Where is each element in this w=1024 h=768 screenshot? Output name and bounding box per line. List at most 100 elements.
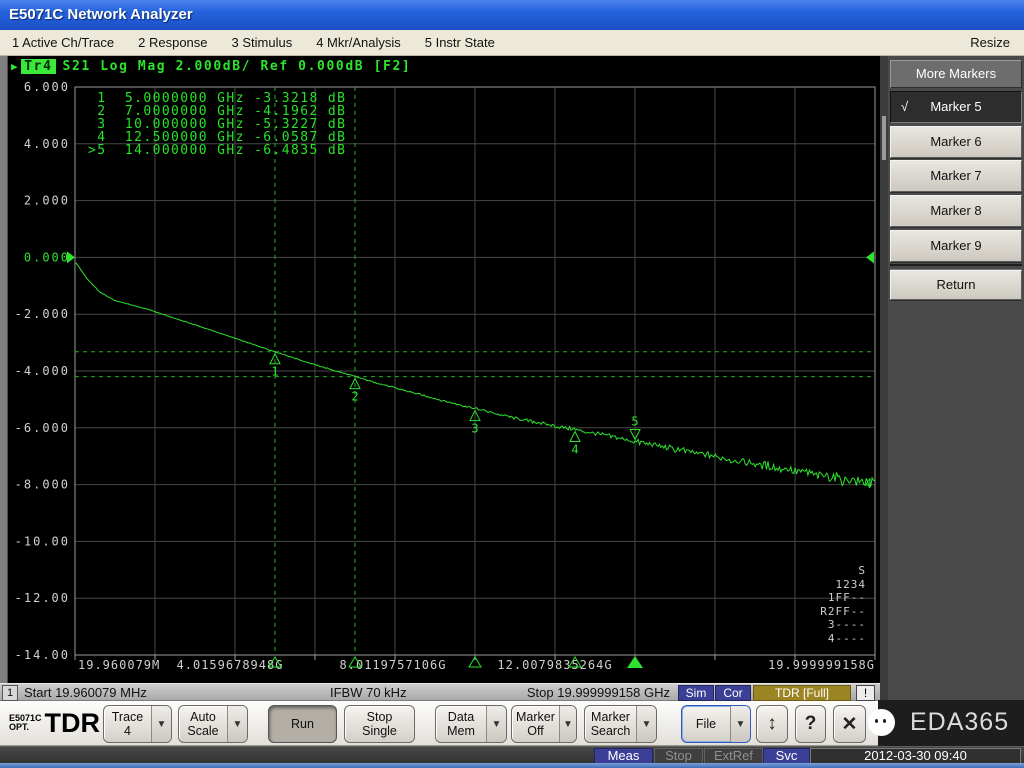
channel-status-bar: 1 Start 19.960079 MHz IFBW 70 kHz Stop 1… — [0, 683, 880, 701]
status-badge-svc: Svc — [763, 748, 810, 764]
channel-trace-matrix: S 1234 1FF--R2FF-- 3---- 4---- — [820, 564, 866, 645]
svg-text:4.0159678948G: 4.0159678948G — [177, 658, 284, 672]
softkey-marker-9[interactable]: Marker 9 — [890, 230, 1022, 262]
active-trace-arrow-icon: ▶ — [11, 60, 19, 73]
marker-off-button-label: MarkerOff — [512, 706, 559, 742]
matrix-row: R2FF-- — [820, 605, 866, 619]
bottom-accent-strip — [0, 763, 1024, 768]
file-button-label: File — [682, 706, 730, 742]
logo-model-text: E5071C OPT. — [9, 714, 42, 732]
resize-button[interactable]: Resize — [970, 35, 1024, 50]
status-badge-meas: Meas — [594, 748, 653, 764]
instrument-logo: E5071C OPT. TDR — [9, 708, 100, 738]
menu-bar: 1 Active Ch/Trace2 Response3 Stimulus4 M… — [0, 30, 1024, 56]
svg-text:5: 5 — [631, 415, 638, 429]
matrix-row: 4---- — [820, 632, 866, 646]
svg-text:19.960079M: 19.960079M — [78, 658, 160, 672]
marker-symbol-1[interactable]: 1 — [270, 354, 280, 379]
menu-item-4[interactable]: 4 Mkr/Analysis — [304, 30, 413, 55]
matrix-row: 1FF-- — [820, 591, 866, 605]
help-button[interactable]: ? — [795, 705, 826, 743]
softkey-sidebar: More MarkersMarker 5√Marker 6Marker 7Mar… — [880, 56, 1024, 746]
svg-text:4.000: 4.000 — [24, 137, 70, 151]
matrix-row: 3---- — [820, 618, 866, 632]
channel-badge-cor: Cor — [715, 685, 751, 701]
marker-off-button[interactable]: MarkerOff▼ — [511, 705, 577, 743]
status-badge-extref: ExtRef — [704, 748, 763, 764]
file-button[interactable]: File▼ — [681, 705, 751, 743]
dropdown-arrow-icon[interactable]: ▼ — [730, 706, 750, 742]
marker-table: 1 5.0000000 GHz -3.3218 dB 2 7.0000000 G… — [88, 92, 346, 157]
sidebar-rail — [880, 56, 888, 746]
ifbw-label: IFBW 70 kHz — [330, 684, 407, 701]
trace-status-line: ▶ Tr4 S21 Log Mag 2.000dB/ Ref 0.000dB [… — [11, 58, 411, 75]
dropdown-arrow-icon[interactable]: ▼ — [486, 706, 506, 742]
marker-table-row: >5 14.000000 GHz -6.4835 dB — [88, 144, 346, 157]
datetime-display: 2012-03-30 09:40 — [810, 748, 1021, 764]
dropdown-arrow-icon[interactable]: ▼ — [151, 706, 171, 742]
svg-text:2: 2 — [351, 390, 358, 404]
svg-text:-4.000: -4.000 — [15, 364, 70, 378]
channel-badge-tdrfull: TDR [Full] — [753, 685, 851, 701]
updown-button[interactable]: ↕ — [756, 705, 788, 743]
close-icon: ✕ — [834, 706, 865, 742]
svg-text:12.0079835264G: 12.0079835264G — [497, 658, 612, 672]
trace-format-text: S21 Log Mag 2.000dB/ Ref 0.000dB [F2] — [63, 59, 412, 74]
start-frequency-label: Start 19.960079 MHz — [24, 684, 147, 701]
svg-text:3: 3 — [471, 422, 478, 436]
check-icon: √ — [901, 92, 908, 122]
dropdown-arrow-icon[interactable]: ▼ — [636, 706, 656, 742]
matrix-row: S — [820, 564, 866, 578]
trace-badge[interactable]: Tr4 — [21, 59, 55, 74]
data-mem-button[interactable]: DataMem▼ — [435, 705, 507, 743]
help-icon: ? — [796, 706, 825, 742]
updown-icon: ↕ — [757, 706, 787, 742]
svg-text:-8.000: -8.000 — [15, 478, 70, 492]
softkey-marker-6[interactable]: Marker 6 — [890, 126, 1022, 158]
auto-scale-button-label: AutoScale — [179, 706, 227, 742]
window-title: E5071C Network Analyzer — [9, 6, 193, 23]
channel-badge-sim: Sim — [678, 685, 714, 701]
run-button-label: Run — [269, 706, 336, 742]
sidebar-rail-handle[interactable] — [882, 116, 886, 160]
svg-text:-12.00: -12.00 — [15, 591, 70, 605]
svg-text:-14.00: -14.00 — [15, 648, 70, 662]
stop-single-button[interactable]: StopSingle — [344, 705, 415, 743]
menu-item-1[interactable]: 1 Active Ch/Trace — [0, 30, 126, 55]
softkey-marker-5[interactable]: Marker 5√ — [890, 91, 1022, 123]
dropdown-arrow-icon[interactable]: ▼ — [559, 706, 576, 742]
svg-text:6.000: 6.000 — [24, 80, 70, 94]
run-button[interactable]: Run — [268, 705, 337, 743]
logo-tdr-text: TDR — [45, 708, 101, 738]
matrix-row: 1234 — [820, 578, 866, 592]
softkey-return[interactable]: Return — [890, 270, 1022, 300]
softkey-marker-7[interactable]: Marker 7 — [890, 160, 1022, 192]
ref-level-arrow-left — [67, 251, 75, 263]
channel-badge-: ! — [856, 685, 875, 701]
svg-text:-10.00: -10.00 — [15, 534, 70, 548]
menu-item-2[interactable]: 2 Response — [126, 30, 219, 55]
channel-number: 1 — [2, 685, 18, 701]
marker-search-button[interactable]: MarkerSearch▼ — [584, 705, 657, 743]
marker-symbol-4[interactable]: 4 — [570, 431, 580, 456]
auto-scale-button[interactable]: AutoScale▼ — [178, 705, 248, 743]
chat-bubble-icon — [868, 709, 895, 736]
svg-text:2.000: 2.000 — [24, 194, 70, 208]
instrument-toolbar: E5071C OPT. TDR Trace4▼AutoScale▼RunStop… — [0, 701, 882, 746]
menu-item-3[interactable]: 3 Stimulus — [220, 30, 305, 55]
softkey-marker-8[interactable]: Marker 8 — [890, 195, 1022, 227]
analyzer-screen: 6.0004.0002.0000.000-2.000-4.000-6.000-8… — [8, 56, 880, 683]
axis-marker-5 — [627, 656, 643, 668]
menu-item-5[interactable]: 5 Instr State — [413, 30, 507, 55]
menu-items: 1 Active Ch/Trace2 Response3 Stimulus4 M… — [0, 30, 507, 55]
softkey-more-markers[interactable]: More Markers — [890, 60, 1022, 88]
trace-select-button[interactable]: Trace4▼ — [103, 705, 172, 743]
system-status-bar: 2012-03-30 09:40 MeasStopExtRefSvc — [0, 746, 1024, 763]
close-button[interactable]: ✕ — [833, 705, 866, 743]
dropdown-arrow-icon[interactable]: ▼ — [227, 706, 247, 742]
marker-symbol-2[interactable]: 2 — [350, 379, 360, 404]
svg-text:1: 1 — [271, 365, 278, 379]
marker-search-button-label: MarkerSearch — [585, 706, 636, 742]
stop-frequency-label: Stop 19.999999158 GHz — [527, 684, 670, 701]
svg-text:4: 4 — [571, 442, 578, 456]
